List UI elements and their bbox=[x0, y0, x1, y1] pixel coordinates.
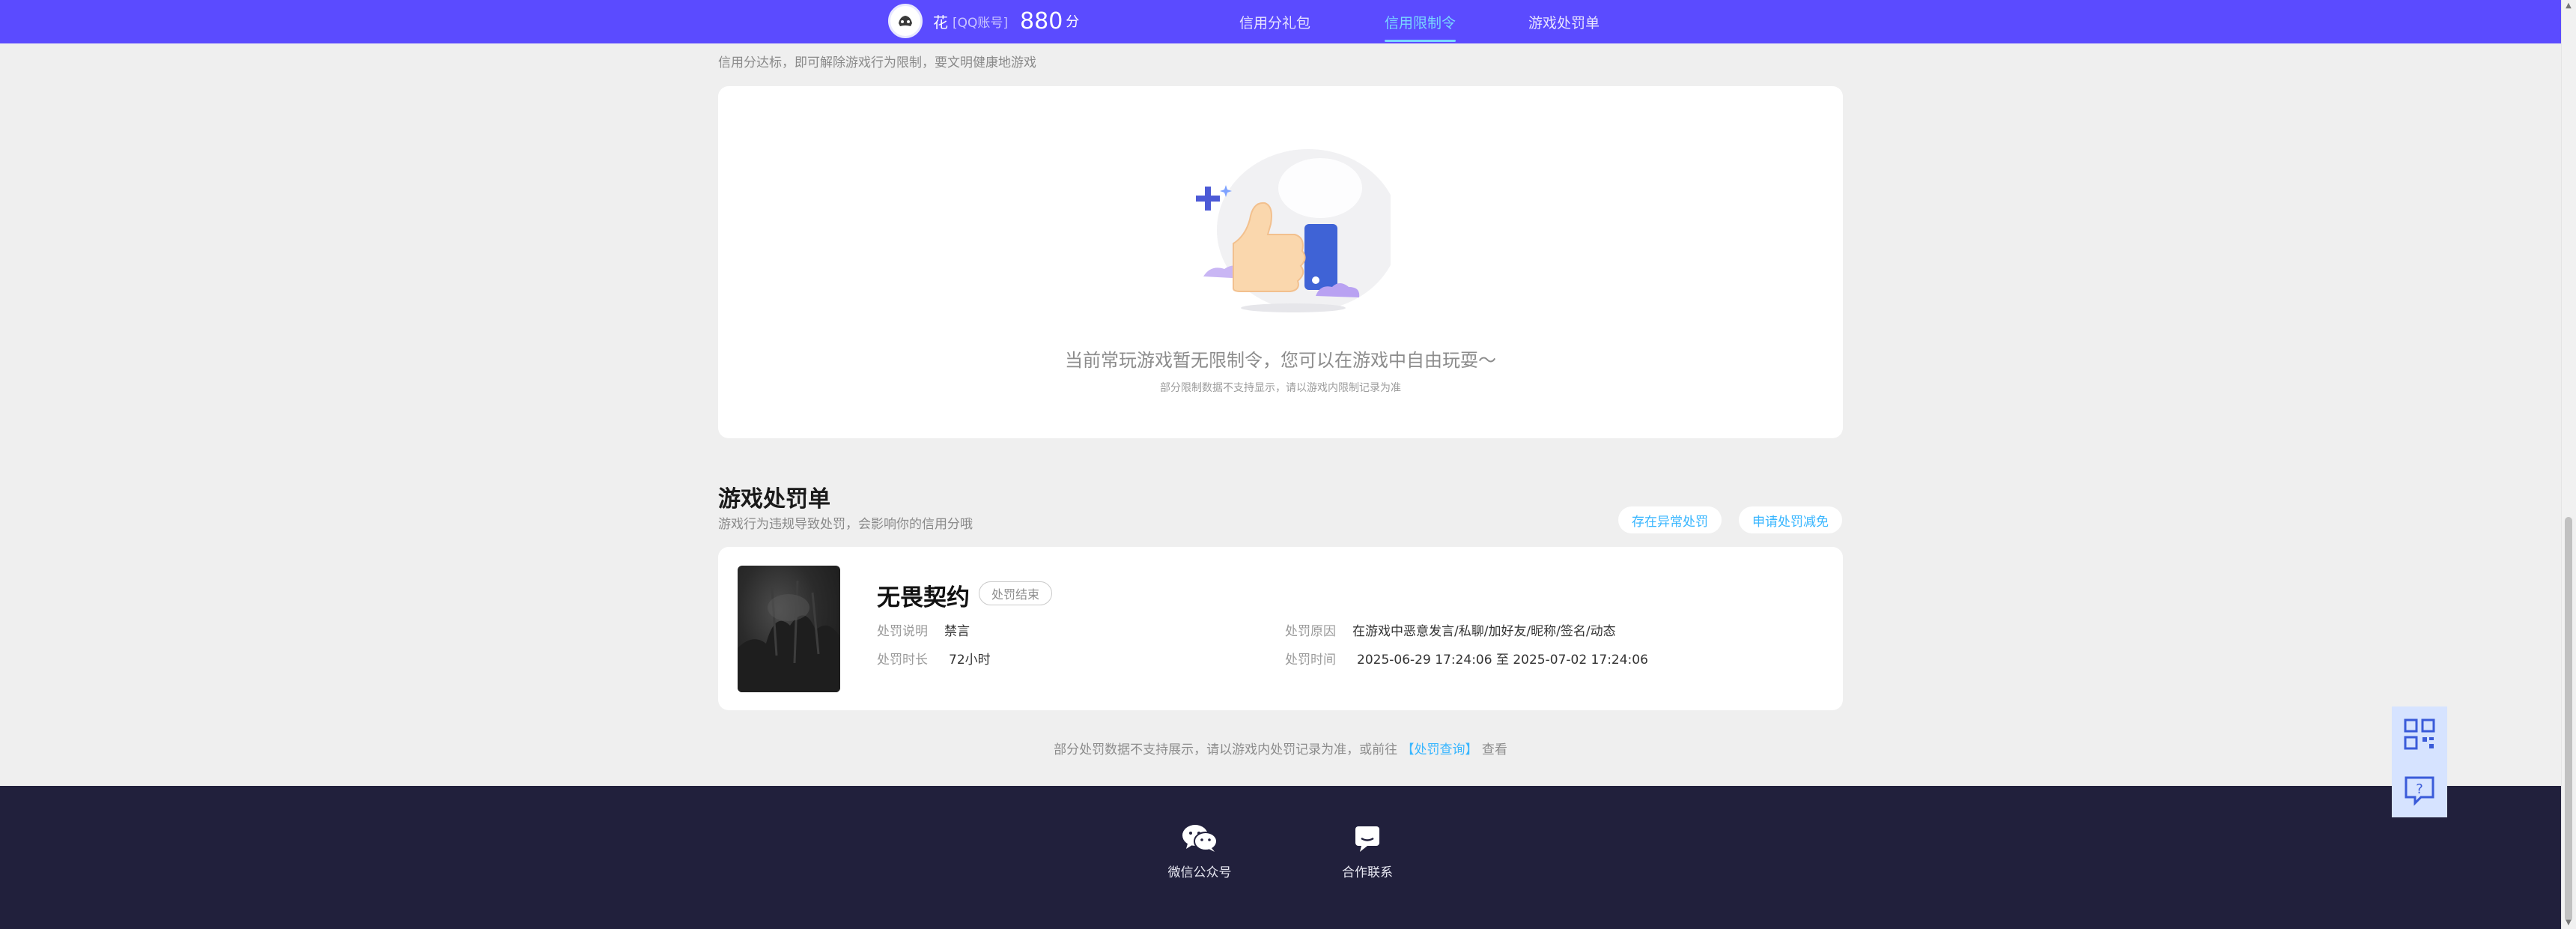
avatar-image-icon bbox=[893, 9, 917, 33]
footnote-text: 部分处罚数据不支持展示，请以游戏内处罚记录为准，或前往 bbox=[1054, 742, 1398, 757]
qr-code-icon bbox=[2404, 718, 2435, 750]
penalty-reason-value: 在游戏中恶意发言/私聊/加好友/昵称/签名/动态 bbox=[1352, 624, 1616, 639]
scroll-up-arrow-icon[interactable]: ▲ bbox=[2565, 1, 2572, 10]
avatar[interactable] bbox=[888, 4, 923, 38]
appeal-penalty-button[interactable]: 申请处罚减免 bbox=[1739, 506, 1842, 533]
restriction-subtitle: 信用分达标，即可解除游戏行为限制，要文明健康地游戏 bbox=[718, 55, 1036, 70]
scrollbar-thumb[interactable] bbox=[2565, 517, 2572, 922]
penalty-query-link[interactable]: 【处罚查询】 bbox=[1402, 742, 1478, 757]
game-cover-image bbox=[738, 566, 840, 692]
top-nav-bar: 花 [QQ账号] 880 分 信用分礼包 信用限制令 游戏处罚单 bbox=[0, 0, 2561, 43]
game-cover-art-icon bbox=[738, 580, 840, 692]
report-abnormal-penalty-button[interactable]: 存在异常处罚 bbox=[1618, 506, 1722, 533]
wechat-label: 微信公众号 bbox=[1167, 865, 1232, 880]
penalty-reason-label: 处罚原因 bbox=[1285, 624, 1336, 639]
restriction-card: 当前常玩游戏暂无限制令，您可以在游戏中自由玩耍～ 部分限制数据不支持显示，请以游… bbox=[718, 86, 1843, 438]
thumbs-up-illustration-icon bbox=[1196, 149, 1391, 312]
chat-bubble-icon bbox=[1355, 826, 1379, 852]
penalty-section-title: 游戏处罚单 bbox=[718, 486, 830, 512]
footnote-suffix: 查看 bbox=[1481, 742, 1507, 757]
site-footer: 微信公众号 合作联系 bbox=[0, 786, 2561, 929]
empty-state-message: 当前常玩游戏暂无限制令，您可以在游戏中自由玩耍～ bbox=[1065, 350, 1496, 371]
tab-game-penalty[interactable]: 游戏处罚单 bbox=[1528, 0, 1600, 43]
qr-code-button[interactable] bbox=[2392, 706, 2447, 762]
help-icon: ? bbox=[2405, 776, 2434, 806]
page: 花 [QQ账号] 880 分 信用分礼包 信用限制令 游戏处罚单 信用分达标，即… bbox=[0, 0, 2576, 929]
wechat-icon bbox=[1182, 825, 1218, 852]
penalty-time-label: 处罚时间 bbox=[1285, 653, 1336, 668]
account-type: [QQ账号] bbox=[953, 15, 1009, 31]
contact-label: 合作联系 bbox=[1342, 865, 1393, 880]
penalty-desc-label: 处罚说明 bbox=[877, 624, 928, 639]
help-button[interactable]: ? bbox=[2392, 762, 2447, 817]
credit-score: 880 bbox=[1020, 7, 1063, 34]
game-name: 无畏契约 bbox=[877, 584, 970, 611]
svg-text:?: ? bbox=[2416, 781, 2423, 797]
scroll-down-arrow-icon[interactable]: ▼ bbox=[2565, 919, 2572, 928]
user-name: 花 bbox=[933, 13, 948, 31]
penalty-card: 无畏契约 处罚结束 处罚说明 禁言 处罚时长 72小时 处罚原因 在游戏中恶意发… bbox=[718, 547, 1843, 710]
penalty-section-subtitle: 游戏行为违规导致处罚，会影响你的信用分哦 bbox=[718, 517, 973, 532]
status-badge: 处罚结束 bbox=[979, 581, 1053, 605]
empty-state-note: 部分限制数据不支持显示，请以游戏内限制记录为准 bbox=[1160, 382, 1401, 394]
wechat-official-account[interactable]: 微信公众号 bbox=[1147, 823, 1252, 880]
business-contact[interactable]: 合作联系 bbox=[1315, 823, 1420, 880]
penalty-desc-value: 禁言 bbox=[944, 624, 970, 639]
penalty-time-value: 2025-06-29 17:24:06 至 2025-07-02 17:24:0… bbox=[1357, 653, 1648, 668]
user-info: 花 [QQ账号] 880 分 bbox=[888, 4, 1080, 38]
penalty-duration-value: 72小时 bbox=[949, 653, 991, 668]
penalty-footnote: 部分处罚数据不支持展示，请以游戏内处罚记录为准，或前往 【处罚查询】 查看 bbox=[0, 739, 2561, 757]
penalty-duration-label: 处罚时长 bbox=[877, 653, 928, 668]
credit-score-unit: 分 bbox=[1066, 14, 1080, 30]
tab-credit-gift[interactable]: 信用分礼包 bbox=[1239, 0, 1310, 43]
tab-credit-restriction[interactable]: 信用限制令 bbox=[1385, 0, 1456, 43]
